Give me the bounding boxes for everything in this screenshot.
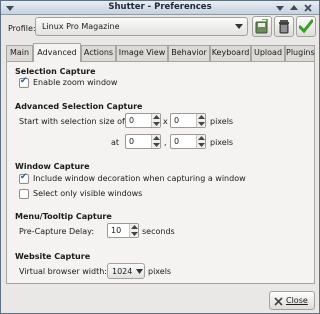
profile-label: Profile: <box>8 24 36 33</box>
selection-x-spinner[interactable]: 0 <box>125 134 161 149</box>
tab-plugins[interactable]: Plugins <box>285 45 315 61</box>
browser-width-unit: pixels <box>148 267 172 276</box>
close-icon <box>274 297 283 306</box>
advanced-panel: Selection Capture ✔ Enable zoom window A… <box>6 61 315 284</box>
pixels-label: pixels <box>210 117 234 126</box>
apply-profile-icon <box>299 19 313 34</box>
selection-width-value: 0 <box>129 116 135 125</box>
browser-width-label: Virtual browser width: <box>19 267 107 276</box>
chevron-down-icon <box>235 24 243 29</box>
tab-keyboard[interactable]: Keyboard <box>210 45 251 61</box>
visible-windows-label[interactable]: Select only visible windows <box>33 189 142 198</box>
comma-separator: , <box>164 138 167 147</box>
save-profile-button[interactable] <box>252 16 272 37</box>
spin-arrows-icon[interactable] <box>151 135 160 148</box>
profile-select[interactable]: Linux Pro Magazine <box>35 17 248 36</box>
minimize-icon[interactable] <box>275 3 285 13</box>
tab-actions[interactable]: Actions <box>81 45 116 61</box>
spin-arrows-icon[interactable] <box>151 114 160 127</box>
delete-profile-icon <box>279 20 289 34</box>
close-button[interactable]: Close <box>269 291 315 310</box>
seconds-label: seconds <box>142 227 175 236</box>
pixels-label: pixels <box>210 138 234 147</box>
menu-tooltip-heading: Menu/Tooltip Capture <box>15 212 112 221</box>
website-capture-heading: Website Capture <box>15 252 91 261</box>
chevron-down-icon <box>136 269 143 274</box>
selection-y-value: 0 <box>174 137 180 146</box>
tab-main[interactable]: Main <box>6 45 33 61</box>
selection-y-spinner[interactable]: 0 <box>170 134 206 149</box>
tab-bar: Main Advanced Actions Image View Behavio… <box>6 43 315 62</box>
tab-upload[interactable]: Upload <box>251 45 285 61</box>
pre-capture-delay-value: 10 <box>111 226 122 235</box>
close-window-icon[interactable] <box>303 3 313 13</box>
title-bar: Shutter - Preferences <box>1 1 319 15</box>
browser-width-select[interactable]: 1024 <box>107 263 145 279</box>
zoom-window-label[interactable]: Enable zoom window <box>33 78 117 87</box>
zoom-window-checkbox[interactable]: ✔ <box>19 76 29 88</box>
selection-capture-heading: Selection Capture <box>15 67 96 76</box>
spin-arrows-icon[interactable] <box>129 224 138 237</box>
close-button-label: Close <box>286 296 308 305</box>
selection-width-spinner[interactable]: 0 <box>125 113 161 128</box>
advanced-selection-heading: Advanced Selection Capture <box>15 102 143 111</box>
window-decoration-checkbox[interactable]: ✔ <box>19 172 29 184</box>
at-label: at <box>111 138 120 147</box>
maximize-icon[interactable] <box>289 3 299 13</box>
tab-behavior[interactable]: Behavior <box>168 45 210 61</box>
spin-arrows-icon[interactable] <box>196 135 205 148</box>
pre-capture-delay-spinner[interactable]: 10 <box>107 223 139 238</box>
selection-height-value: 0 <box>174 116 180 125</box>
profile-row: Profile: Linux Pro Magazine <box>1 15 319 43</box>
window-decoration-label[interactable]: Include window decoration when capturing… <box>33 174 246 183</box>
window-title: Shutter - Preferences <box>108 2 212 12</box>
visible-windows-checkbox[interactable] <box>19 189 29 199</box>
spin-arrows-icon[interactable] <box>196 114 205 127</box>
checkmark-icon: ✔ <box>20 172 28 182</box>
checkmark-icon: ✔ <box>20 76 28 86</box>
selection-height-spinner[interactable]: 0 <box>170 113 206 128</box>
delete-profile-button[interactable] <box>274 16 294 37</box>
window-capture-heading: Window Capture <box>15 162 90 171</box>
pre-capture-delay-label: Pre-Capture Delay: <box>19 227 95 236</box>
selection-size-label: Start with selection size of <box>19 117 125 126</box>
browser-width-value: 1024 <box>112 267 133 276</box>
save-profile-icon <box>255 19 268 34</box>
selection-x-value: 0 <box>129 137 135 146</box>
times-separator: x <box>163 117 168 126</box>
profile-value: Linux Pro Magazine <box>42 22 120 31</box>
preferences-window: Shutter - Preferences Profile: Linux Pro… <box>0 0 320 314</box>
apply-profile-button[interactable] <box>296 16 316 37</box>
tab-image-view[interactable]: Image View <box>116 45 168 61</box>
tab-advanced[interactable]: Advanced <box>33 43 81 62</box>
